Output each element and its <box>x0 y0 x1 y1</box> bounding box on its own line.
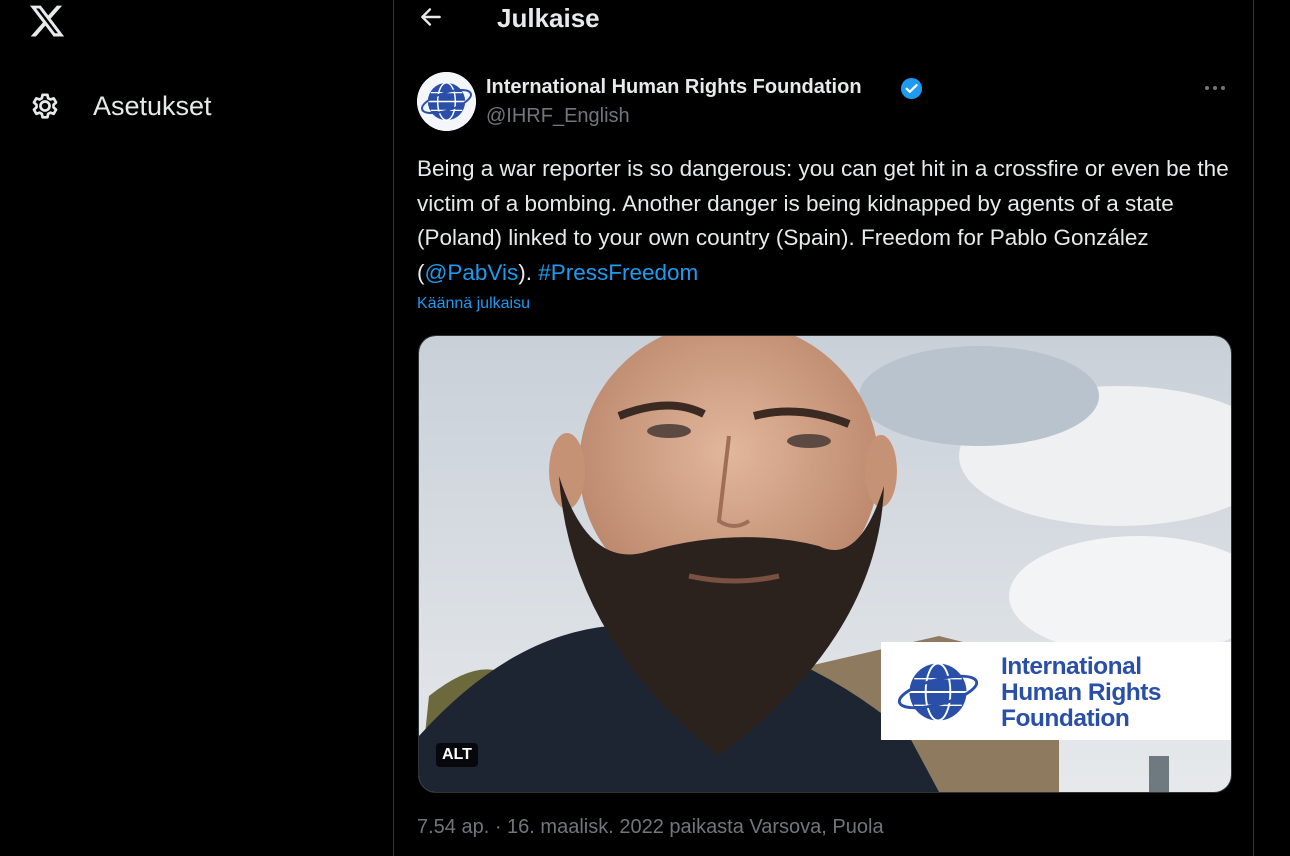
ellipsis-icon <box>1205 86 1225 90</box>
sidebar-item-label: Asetukset <box>93 90 212 121</box>
page-title: Julkaise <box>497 3 600 33</box>
ihrf-logo-text: International Human Rights Foundation <box>1001 653 1162 732</box>
verified-badge-icon <box>900 77 923 100</box>
x-logo-icon[interactable] <box>28 2 66 40</box>
ihrf-globe-logo-icon <box>417 72 476 131</box>
tweet-text: Being a war reporter is so dangerous: yo… <box>417 152 1229 290</box>
avatar[interactable] <box>417 72 476 131</box>
logo-line: Human Rights <box>1001 679 1162 706</box>
alt-text-badge[interactable]: ALT <box>436 743 478 767</box>
logo-line: Foundation <box>1001 705 1130 732</box>
author-handle[interactable]: @IHRF_English <box>486 105 630 128</box>
hashtag-link[interactable]: #PressFreedom <box>538 260 698 285</box>
author-name[interactable]: International Human Rights Foundation <box>486 76 862 99</box>
tweet-text-separator: ). <box>518 259 539 285</box>
tweet-media-image[interactable]: International Human Rights Foundation AL… <box>418 335 1232 793</box>
sidebar-item-settings[interactable]: Asetukset <box>28 84 212 128</box>
gear-icon <box>32 93 58 119</box>
post-header: Julkaise <box>394 0 1253 40</box>
ihrf-globe-icon <box>897 662 979 722</box>
ihrf-logo-overlay: International Human Rights Foundation <box>881 642 1231 740</box>
arrow-left-icon <box>421 8 441 26</box>
back-button[interactable] <box>418 4 448 34</box>
post-timestamp-location[interactable]: 7.54 ap. · 16. maalisk. 2022 paikasta Va… <box>417 816 884 839</box>
logo-line: International <box>1001 653 1142 680</box>
translate-post-link[interactable]: Käännä julkaisu <box>417 295 530 313</box>
left-sidebar: Asetukset <box>0 0 393 856</box>
post-column: Julkaise International Human Rights Foun… <box>393 0 1254 856</box>
mention-link[interactable]: @PabVis <box>425 260 519 285</box>
more-options-button[interactable] <box>1200 78 1230 98</box>
